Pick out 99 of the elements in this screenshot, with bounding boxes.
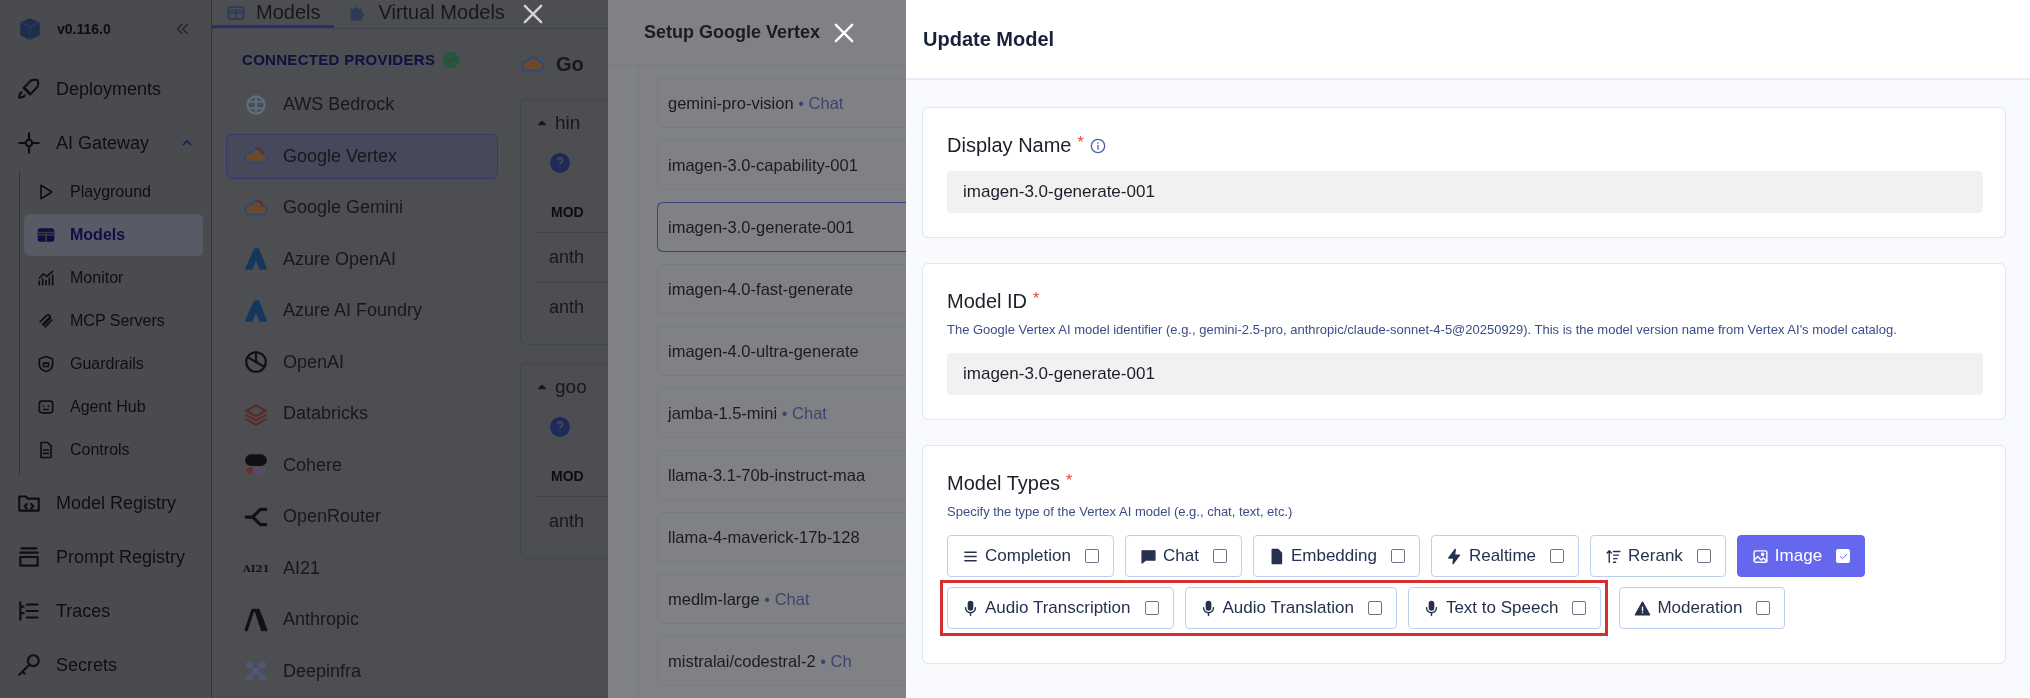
field-label: Model ID xyxy=(947,290,1028,313)
type-toggle[interactable]: Rerank xyxy=(1590,535,1726,578)
field-label: Display Name xyxy=(947,134,1072,157)
model-item[interactable]: medlm-large • Chat xyxy=(657,574,906,624)
shield-icon xyxy=(36,354,56,374)
nav-subitem[interactable]: Agent Hub xyxy=(24,386,203,428)
speech-bubble-icon xyxy=(1140,547,1157,565)
type-toggle[interactable]: Realtime xyxy=(1430,535,1580,578)
help-icon xyxy=(549,416,571,438)
checkbox[interactable] xyxy=(1144,601,1159,616)
chart-icon xyxy=(36,268,56,288)
model-item[interactable]: imagen-4.0-fast-generate xyxy=(657,264,906,314)
blobs-icon xyxy=(243,452,269,478)
provider-item[interactable]: OpenRouter xyxy=(226,494,498,539)
type-toggle[interactable]: Audio Transcription xyxy=(947,587,1174,630)
help-text: The Google Vertex AI model identifier (e.g., gemini-2.5-pro, anthropic/claude-sonnet-4-5@20250929). This is the model version name from Vertex AI's model catalog. xyxy=(947,321,1898,339)
checkbox[interactable] xyxy=(1696,549,1711,564)
type-toggle[interactable]: Audio Translation xyxy=(1184,587,1397,630)
nav-item[interactable]: Secrets xyxy=(0,638,211,692)
model-item[interactable]: gemini-pro-vision • Chat xyxy=(657,78,906,128)
type-toggle[interactable]: Text to Speech xyxy=(1407,587,1602,630)
rocket-icon xyxy=(16,76,42,102)
checkbox[interactable] xyxy=(1085,549,1099,564)
type-toggle[interactable]: Image xyxy=(1736,535,1866,578)
provider-item[interactable]: OpenAI xyxy=(226,339,498,385)
checkbox[interactable] xyxy=(1390,549,1405,564)
help-text: Specify the type of the Vertex AI model (e.g., chat, text, etc.) xyxy=(947,503,1294,522)
checkbox[interactable] xyxy=(1572,601,1587,616)
letter-a-icon xyxy=(243,246,269,272)
model-item[interactable]: jamba-1.5-mini • Chat xyxy=(657,388,906,438)
list-icon xyxy=(16,598,42,624)
provider-item[interactable]: Anthropic xyxy=(226,597,498,642)
provider-item[interactable]: AI21 AI21 xyxy=(226,545,498,591)
nav-subitem[interactable]: Guardrails xyxy=(24,343,203,385)
nav-subitem[interactable]: Monitor xyxy=(24,257,203,299)
required-mark: * xyxy=(1033,290,1040,308)
display-name-field[interactable]: imagen-3.0-generate-001 xyxy=(947,171,1983,213)
lightning-icon xyxy=(1445,547,1463,565)
warning-icon xyxy=(1634,599,1652,617)
provider-item[interactable]: Google Gemini xyxy=(226,185,498,230)
nav-item[interactable]: Traces xyxy=(0,584,211,638)
type-toggle[interactable]: Embedding xyxy=(1252,535,1420,578)
letter-a-icon xyxy=(243,297,269,324)
type-toggle[interactable]: Completion xyxy=(947,535,1114,578)
provider-title: Go xyxy=(556,52,584,76)
cube-logo xyxy=(17,16,43,42)
provider-item[interactable]: Databricks xyxy=(226,391,498,436)
panel-title: Setup Google Vertex xyxy=(644,22,821,43)
provider-item[interactable]: Azure OpenAI xyxy=(226,236,498,282)
model-item[interactable]: imagen-3.0-capability-001 xyxy=(657,140,906,190)
provider-item[interactable]: Deepinfra xyxy=(226,648,498,694)
type-toggle[interactable]: Chat xyxy=(1125,535,1242,578)
sort-icon xyxy=(1605,547,1623,565)
type-toggle[interactable]: Moderation xyxy=(1619,587,1786,630)
model-item[interactable]: mistralai/codestral-2 • Ch xyxy=(657,636,906,686)
nav-item[interactable]: AI Gateway xyxy=(0,116,211,170)
nav-subitem[interactable]: MCP Servers xyxy=(24,300,203,342)
model-item[interactable]: imagen-4.0-ultra-generate xyxy=(657,326,906,376)
nav-subitem[interactable]: Models xyxy=(24,214,203,256)
version-label: v0.116.0 xyxy=(57,21,112,37)
required-mark: * xyxy=(1066,472,1073,491)
account-name: goo xyxy=(555,376,587,398)
model-id-field[interactable]: imagen-3.0-generate-001 xyxy=(947,353,1983,396)
grid-icon xyxy=(36,225,56,245)
network-icon xyxy=(243,658,269,684)
letter-a-icon xyxy=(243,606,269,633)
robot-icon xyxy=(36,397,56,417)
nav-item[interactable]: Deployments xyxy=(0,62,211,116)
nav-subitem[interactable]: Controls xyxy=(24,429,203,471)
required-mark: * xyxy=(1077,134,1084,152)
section-heading: CONNECTED PROVIDERS xyxy=(242,51,436,68)
archive-icon xyxy=(16,544,42,570)
field-label: Model Types xyxy=(947,472,1061,496)
key-icon xyxy=(16,652,42,678)
nav-subitem[interactable]: Playground xyxy=(24,171,203,213)
provider-item[interactable]: Google Vertex xyxy=(226,133,498,179)
provider-logo: AI21 xyxy=(243,562,269,574)
model-item[interactable]: imagen-3.0-generate-001 xyxy=(657,202,906,252)
nodes-icon xyxy=(16,130,42,156)
checkbox[interactable] xyxy=(1367,601,1382,616)
account-name: hin xyxy=(555,112,581,134)
checkbox[interactable] xyxy=(1212,549,1227,564)
panel-title: Update Model xyxy=(923,27,1055,51)
model-item[interactable]: llama-3.1-70b-instruct-maa xyxy=(657,450,906,500)
help-icon xyxy=(549,152,571,174)
provider-item[interactable]: Azure AI Foundry xyxy=(226,288,498,333)
info-icon xyxy=(1089,137,1106,154)
checkbox[interactable] xyxy=(1756,601,1771,616)
image-icon xyxy=(1751,547,1769,565)
tab[interactable]: Models xyxy=(212,0,335,28)
checkbox[interactable] xyxy=(1550,549,1565,564)
check-circle-icon xyxy=(443,51,460,68)
model-item[interactable]: llama-4-maverick-17b-128 xyxy=(657,512,906,562)
microphone-icon xyxy=(962,599,979,617)
provider-item[interactable]: Cohere xyxy=(226,442,498,488)
nav-item[interactable]: Model Registry xyxy=(0,476,211,530)
nav-item[interactable]: Prompt Registry xyxy=(0,530,211,584)
column-header: MOD xyxy=(550,468,585,484)
column-header: MOD xyxy=(550,204,585,220)
